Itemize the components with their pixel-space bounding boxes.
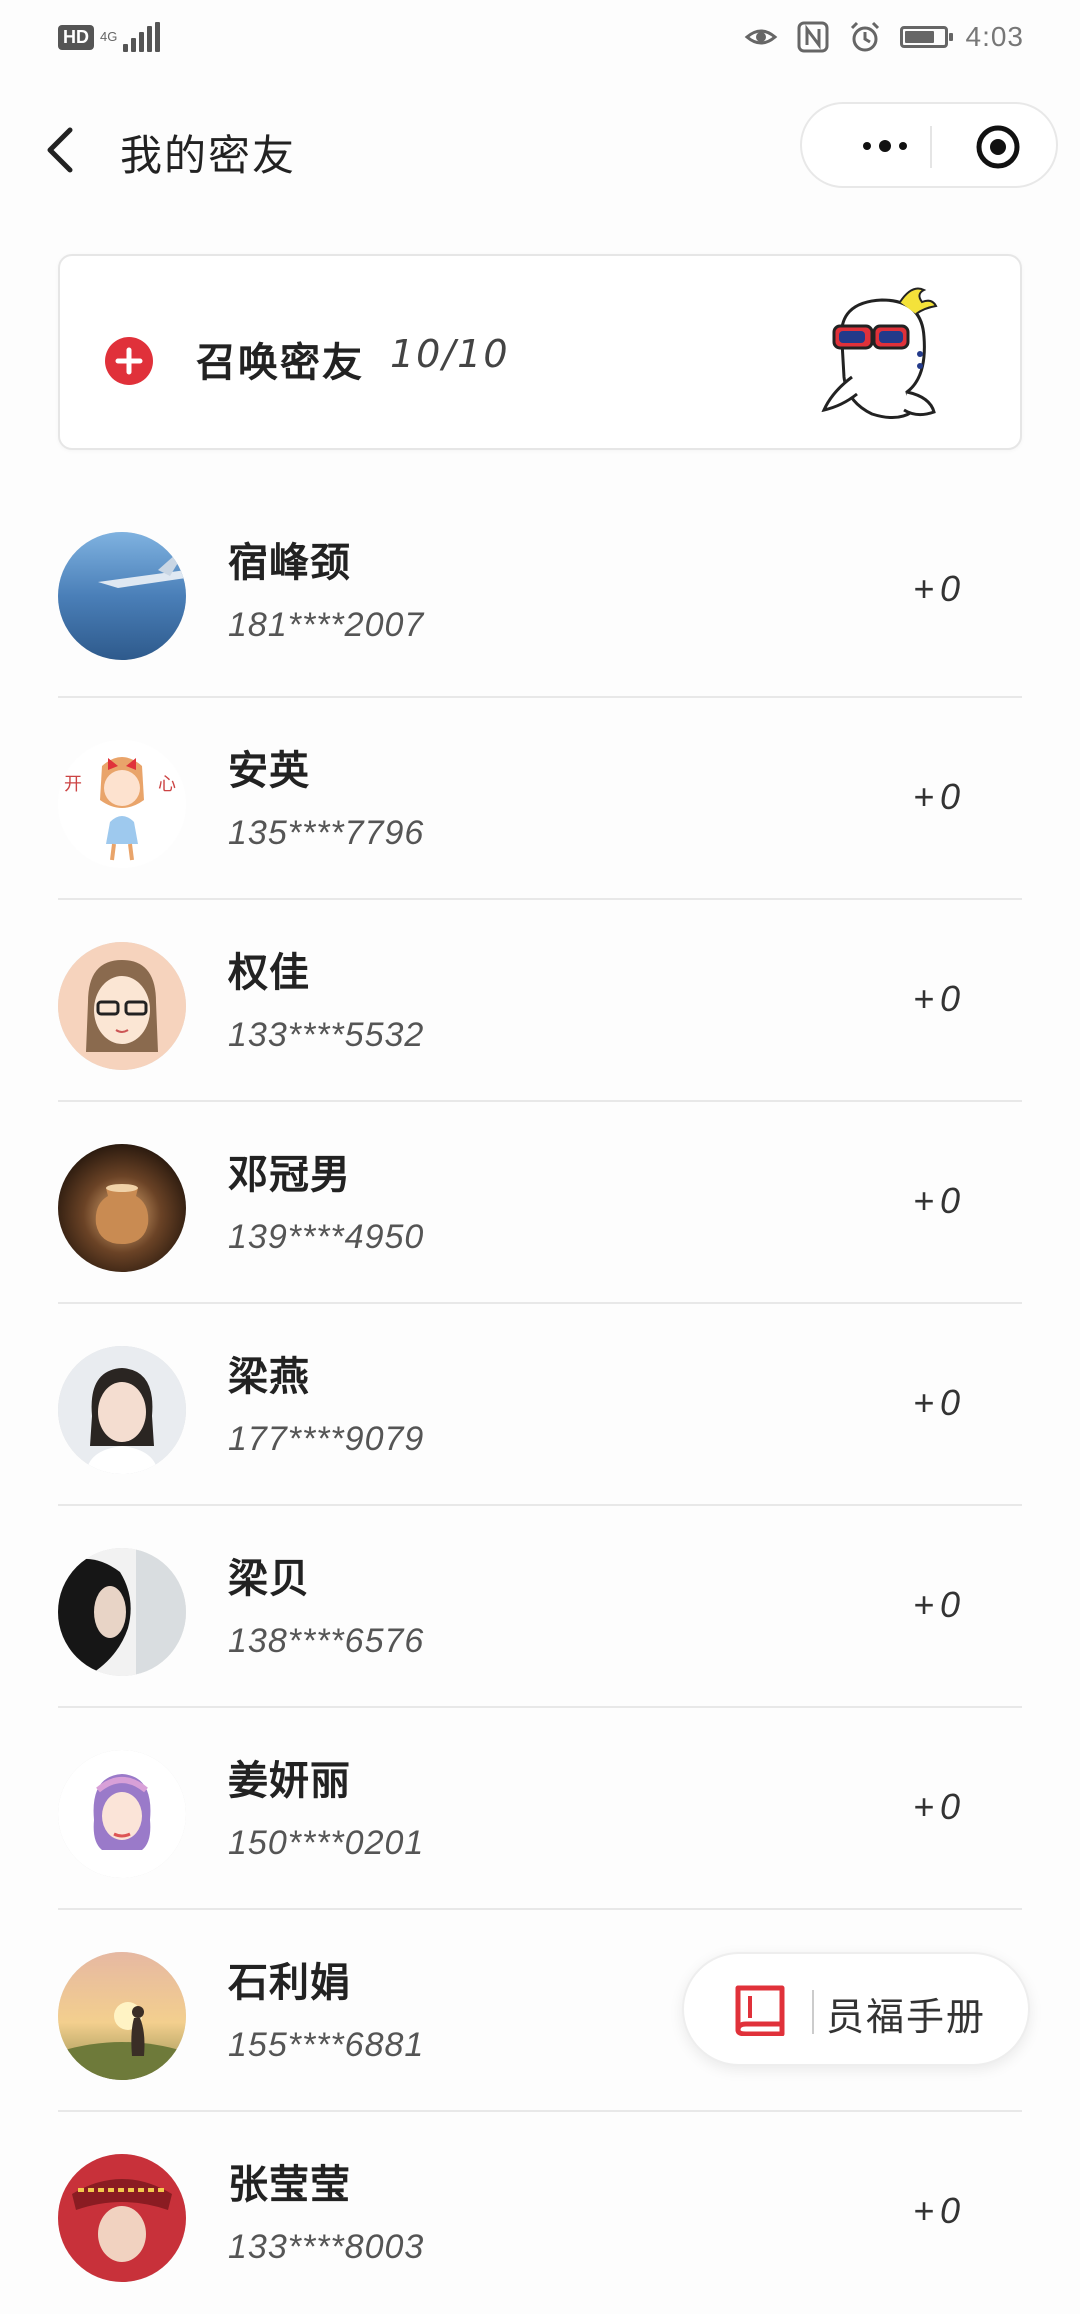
book-icon [735, 1985, 785, 2036]
hd-badge: HD [58, 24, 94, 50]
avatar: 开 心 [58, 740, 186, 868]
friend-row[interactable]: 姜妍丽 150****0201 +0 [58, 1708, 1022, 1910]
friend-phone: 150****0201 [228, 1824, 425, 1862]
friend-score: +0 [912, 1584, 966, 1625]
friend-score: +0 [912, 2190, 966, 2231]
back-arrow-icon[interactable] [40, 120, 80, 180]
friend-name: 梁燕 [228, 1354, 310, 1400]
friend-score: +0 [912, 776, 966, 817]
mascot-illustration [821, 287, 938, 419]
friend-name: 石利娟 [228, 1960, 351, 2006]
svg-text:开: 开 [64, 774, 82, 795]
friend-row[interactable]: 权佳 133****5532 +0 [58, 900, 1022, 1102]
friend-phone: 139****4950 [228, 1218, 425, 1256]
friend-name: 姜妍丽 [228, 1758, 351, 1804]
page-title: 我的密友 [120, 131, 297, 180]
friend-phone: 181****2007 [228, 606, 425, 644]
status-bar: HD 4G 4:03 [0, 0, 1080, 80]
status-left: HD 4G [58, 22, 161, 52]
friend-score: +0 [912, 1786, 966, 1827]
friend-phone: 138****6576 [228, 1622, 425, 1660]
friend-score: +0 [912, 568, 966, 609]
handbook-label: 员福手册 [826, 1995, 987, 2039]
friend-name: 权佳 [228, 950, 310, 996]
friend-score: +0 [912, 1382, 966, 1423]
friend-row[interactable]: 宿峰颈 181****2007 +0 [58, 490, 1022, 698]
avatar [58, 1952, 186, 2080]
summon-friend-card[interactable]: 召唤密友 10/10 [58, 254, 1022, 450]
clock: 4:03 [965, 21, 1024, 52]
summon-count: 10/10 [390, 332, 510, 376]
more-menu-button[interactable] [842, 124, 928, 168]
add-circle-icon [105, 337, 153, 385]
handbook-button[interactable]: 员福手册 [682, 1952, 1030, 2066]
friend-row[interactable]: 梁贝 138****6576 +0 [58, 1506, 1022, 1708]
friend-name: 宿峰颈 [228, 540, 351, 586]
friend-name: 邓冠男 [228, 1152, 351, 1198]
nfc-icon [797, 21, 828, 53]
avatar [58, 2154, 186, 2282]
friend-phone: 133****8003 [228, 2228, 425, 2266]
avatar [58, 532, 186, 660]
svg-text:心: 心 [158, 774, 176, 795]
avatar [58, 1346, 186, 1474]
friend-name: 安英 [228, 748, 310, 794]
avatar [58, 1548, 186, 1676]
avatar [58, 1750, 186, 1878]
friend-name: 张莹莹 [228, 2162, 351, 2208]
friend-score: +0 [912, 1180, 966, 1221]
friend-phone: 177****9079 [228, 1420, 425, 1458]
avatar [58, 942, 186, 1070]
friend-phone: 155****6881 [228, 2026, 425, 2064]
friend-phone: 133****5532 [228, 1016, 425, 1054]
friend-score: +0 [912, 978, 966, 1019]
alarm-icon [850, 21, 879, 52]
friend-row[interactable]: 开 心 安英 135****7796 +0 [58, 698, 1022, 900]
close-miniprogram-icon[interactable] [974, 123, 1022, 171]
eye-comfort-icon [744, 29, 777, 45]
signal-icon [123, 22, 161, 52]
handbook-divider [812, 1990, 814, 2034]
battery-icon [899, 26, 953, 48]
status-right: 4:03 [744, 20, 1025, 54]
summon-label: 召唤密友 [196, 340, 364, 386]
nav-bar: 我的密友 [0, 90, 1080, 210]
friend-row[interactable]: 张莹莹 133****8003 +0 [58, 2112, 1022, 2314]
friend-row[interactable]: 邓冠男 139****4950 +0 [58, 1102, 1022, 1304]
friend-name: 梁贝 [228, 1556, 310, 1602]
avatar [58, 1144, 186, 1272]
capsule-divider [930, 126, 932, 168]
friend-phone: 135****7796 [228, 814, 425, 852]
friend-row[interactable]: 梁燕 177****9079 +0 [58, 1304, 1022, 1506]
network-type: 4G [100, 29, 118, 44]
miniprogram-capsule [800, 102, 1058, 188]
